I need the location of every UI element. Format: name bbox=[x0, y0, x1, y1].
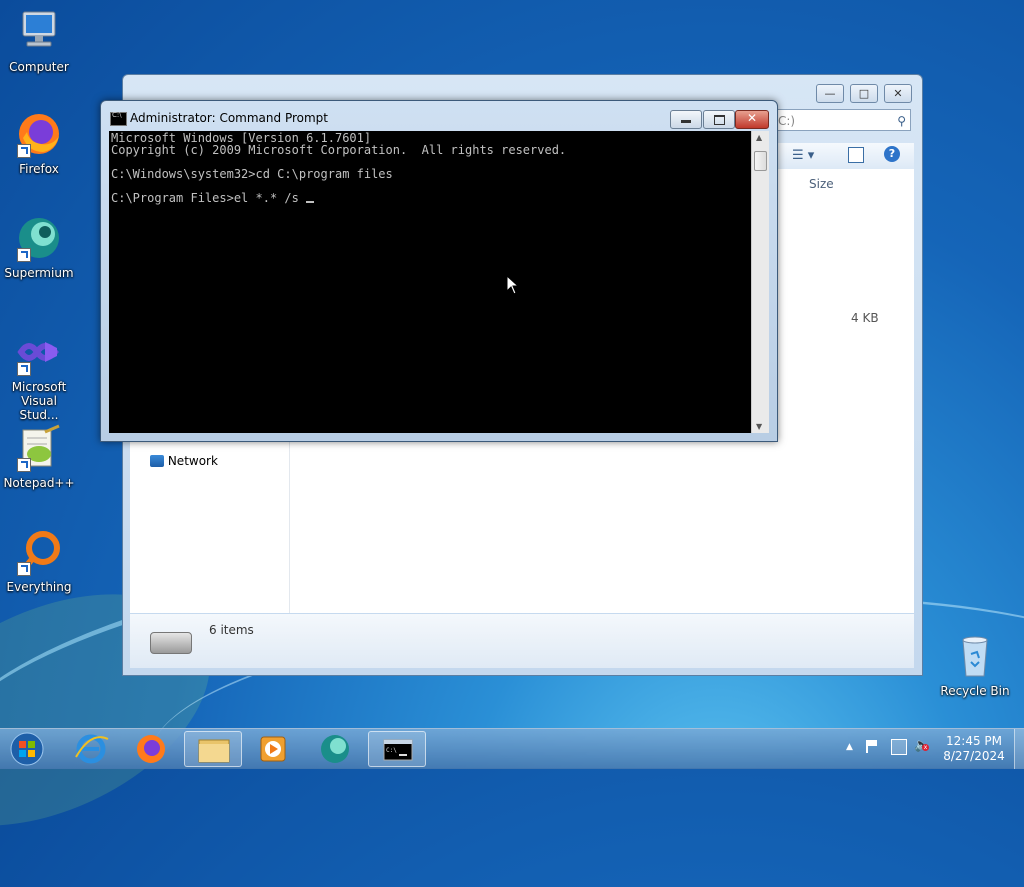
explorer-minimize-button[interactable]: — bbox=[816, 84, 844, 103]
desktop-icon-label: Recycle Bin bbox=[940, 684, 1010, 698]
show-hidden-icons-arrow-icon[interactable]: ▲ bbox=[846, 742, 853, 752]
desktop-icon-computer[interactable]: Computer bbox=[1, 8, 77, 74]
column-header-size[interactable]: Size bbox=[809, 177, 834, 191]
desktop-icon-firefox[interactable]: Firefox bbox=[1, 110, 77, 176]
console-area[interactable]: Microsoft Windows [Version 6.1.7601] Cop… bbox=[109, 131, 751, 433]
firefox-icon bbox=[137, 735, 165, 763]
desktop-icon-label: Microsoft Visual Stud... bbox=[11, 380, 67, 422]
explorer-status-bar: 6 items bbox=[130, 614, 914, 668]
command-prompt-icon: C:\ bbox=[383, 739, 413, 761]
explorer-maximize-button[interactable]: □ bbox=[850, 84, 878, 103]
shortcut-arrow-icon bbox=[17, 562, 31, 576]
visual-studio-icon bbox=[15, 328, 63, 376]
show-desktop-button[interactable] bbox=[1014, 729, 1024, 769]
network-icon bbox=[150, 455, 164, 467]
desktop-icon-label: Computer bbox=[9, 60, 69, 74]
clock-date: 8/27/2024 bbox=[943, 749, 1005, 763]
media-player-icon bbox=[260, 736, 286, 762]
console-input-line[interactable]: C:\Program Files>el *.* /s bbox=[111, 191, 306, 205]
taskbar-supermium[interactable] bbox=[306, 731, 364, 767]
desktop-icon-label: Everything bbox=[6, 580, 72, 594]
desktop-icon-label: Firefox bbox=[19, 162, 59, 176]
computer-icon bbox=[15, 8, 63, 56]
maximize-button[interactable] bbox=[703, 110, 735, 129]
desktop-icon-recycle-bin[interactable]: Recycle Bin bbox=[937, 632, 1013, 698]
window-title: Administrator: Command Prompt bbox=[130, 111, 328, 125]
shortcut-arrow-icon bbox=[17, 248, 31, 262]
close-icon: ✕ bbox=[747, 111, 758, 125]
drive-icon bbox=[150, 632, 192, 654]
everything-icon bbox=[15, 528, 63, 576]
volume-muted-icon[interactable]: 🔈x bbox=[914, 738, 930, 753]
explorer-search-input[interactable]: C:) ⚲ bbox=[773, 109, 911, 131]
action-center-flag-icon[interactable] bbox=[866, 740, 880, 753]
nav-item-network[interactable]: Network bbox=[150, 454, 218, 468]
minimize-icon bbox=[681, 120, 691, 123]
status-item-count: 6 items bbox=[209, 623, 254, 637]
taskbar: C:\ ▲ 🔈x 12:45 PM 8/27/2024 bbox=[0, 728, 1024, 769]
help-icon[interactable]: ? bbox=[884, 146, 900, 162]
svg-text:C:\: C:\ bbox=[386, 747, 397, 754]
taskbar-file-explorer[interactable] bbox=[184, 731, 242, 767]
taskbar-command-prompt[interactable]: C:\ bbox=[368, 731, 426, 767]
minimize-button[interactable] bbox=[670, 110, 702, 129]
scroll-thumb[interactable] bbox=[754, 151, 767, 171]
close-button[interactable]: ✕ bbox=[735, 110, 769, 129]
file-size-cell: 4 KB bbox=[851, 311, 879, 325]
desktop-icon-supermium[interactable]: Supermium bbox=[1, 214, 77, 280]
notepadpp-icon bbox=[15, 424, 63, 472]
network-tray-icon[interactable] bbox=[891, 739, 907, 755]
supermium-icon bbox=[321, 735, 349, 763]
desktop-icon-everything[interactable]: Everything bbox=[1, 528, 77, 594]
desktop-icon-label: Supermium bbox=[4, 266, 74, 280]
desktop-icon-label: Notepad++ bbox=[3, 476, 75, 490]
taskbar-internet-explorer[interactable] bbox=[62, 731, 120, 767]
shortcut-arrow-icon bbox=[17, 362, 31, 376]
view-options-icon[interactable]: ☰ ▾ bbox=[792, 148, 814, 163]
taskbar-firefox[interactable] bbox=[122, 731, 180, 767]
preview-pane-icon[interactable] bbox=[848, 147, 864, 163]
firefox-icon bbox=[15, 110, 63, 158]
command-prompt-icon bbox=[110, 111, 127, 126]
console-line: Copyright (c) 2009 Microsoft Corporation… bbox=[111, 143, 567, 157]
recycle-bin-icon bbox=[951, 632, 999, 680]
scroll-up-arrow-icon[interactable]: ▲ bbox=[756, 133, 762, 142]
text-cursor bbox=[306, 201, 315, 203]
shortcut-arrow-icon bbox=[17, 144, 31, 158]
mouse-pointer-icon bbox=[506, 274, 520, 298]
search-icon: ⚲ bbox=[897, 114, 906, 128]
console-line: C:\Windows\system32>cd C:\program files bbox=[111, 167, 393, 181]
internet-explorer-icon bbox=[75, 734, 109, 764]
command-prompt-window[interactable]: Administrator: Command Prompt ✕ Microsof… bbox=[100, 100, 778, 442]
start-button[interactable] bbox=[0, 731, 58, 767]
explorer-close-button[interactable]: ✕ bbox=[884, 84, 912, 103]
desktop-icon-visual-studio[interactable]: Microsoft Visual Stud... bbox=[1, 328, 77, 422]
system-clock[interactable]: 12:45 PM 8/27/2024 bbox=[938, 734, 1010, 764]
folder-icon bbox=[198, 739, 230, 763]
supermium-icon bbox=[15, 214, 63, 262]
desktop-icon-notepadpp[interactable]: Notepad++ bbox=[1, 424, 77, 490]
scroll-down-arrow-icon[interactable]: ▼ bbox=[756, 422, 762, 431]
taskbar-media-player[interactable] bbox=[244, 731, 302, 767]
vertical-scrollbar[interactable]: ▲ ▼ bbox=[751, 131, 769, 433]
clock-time: 12:45 PM bbox=[946, 734, 1002, 748]
shortcut-arrow-icon bbox=[17, 458, 31, 472]
maximize-icon bbox=[714, 115, 725, 125]
